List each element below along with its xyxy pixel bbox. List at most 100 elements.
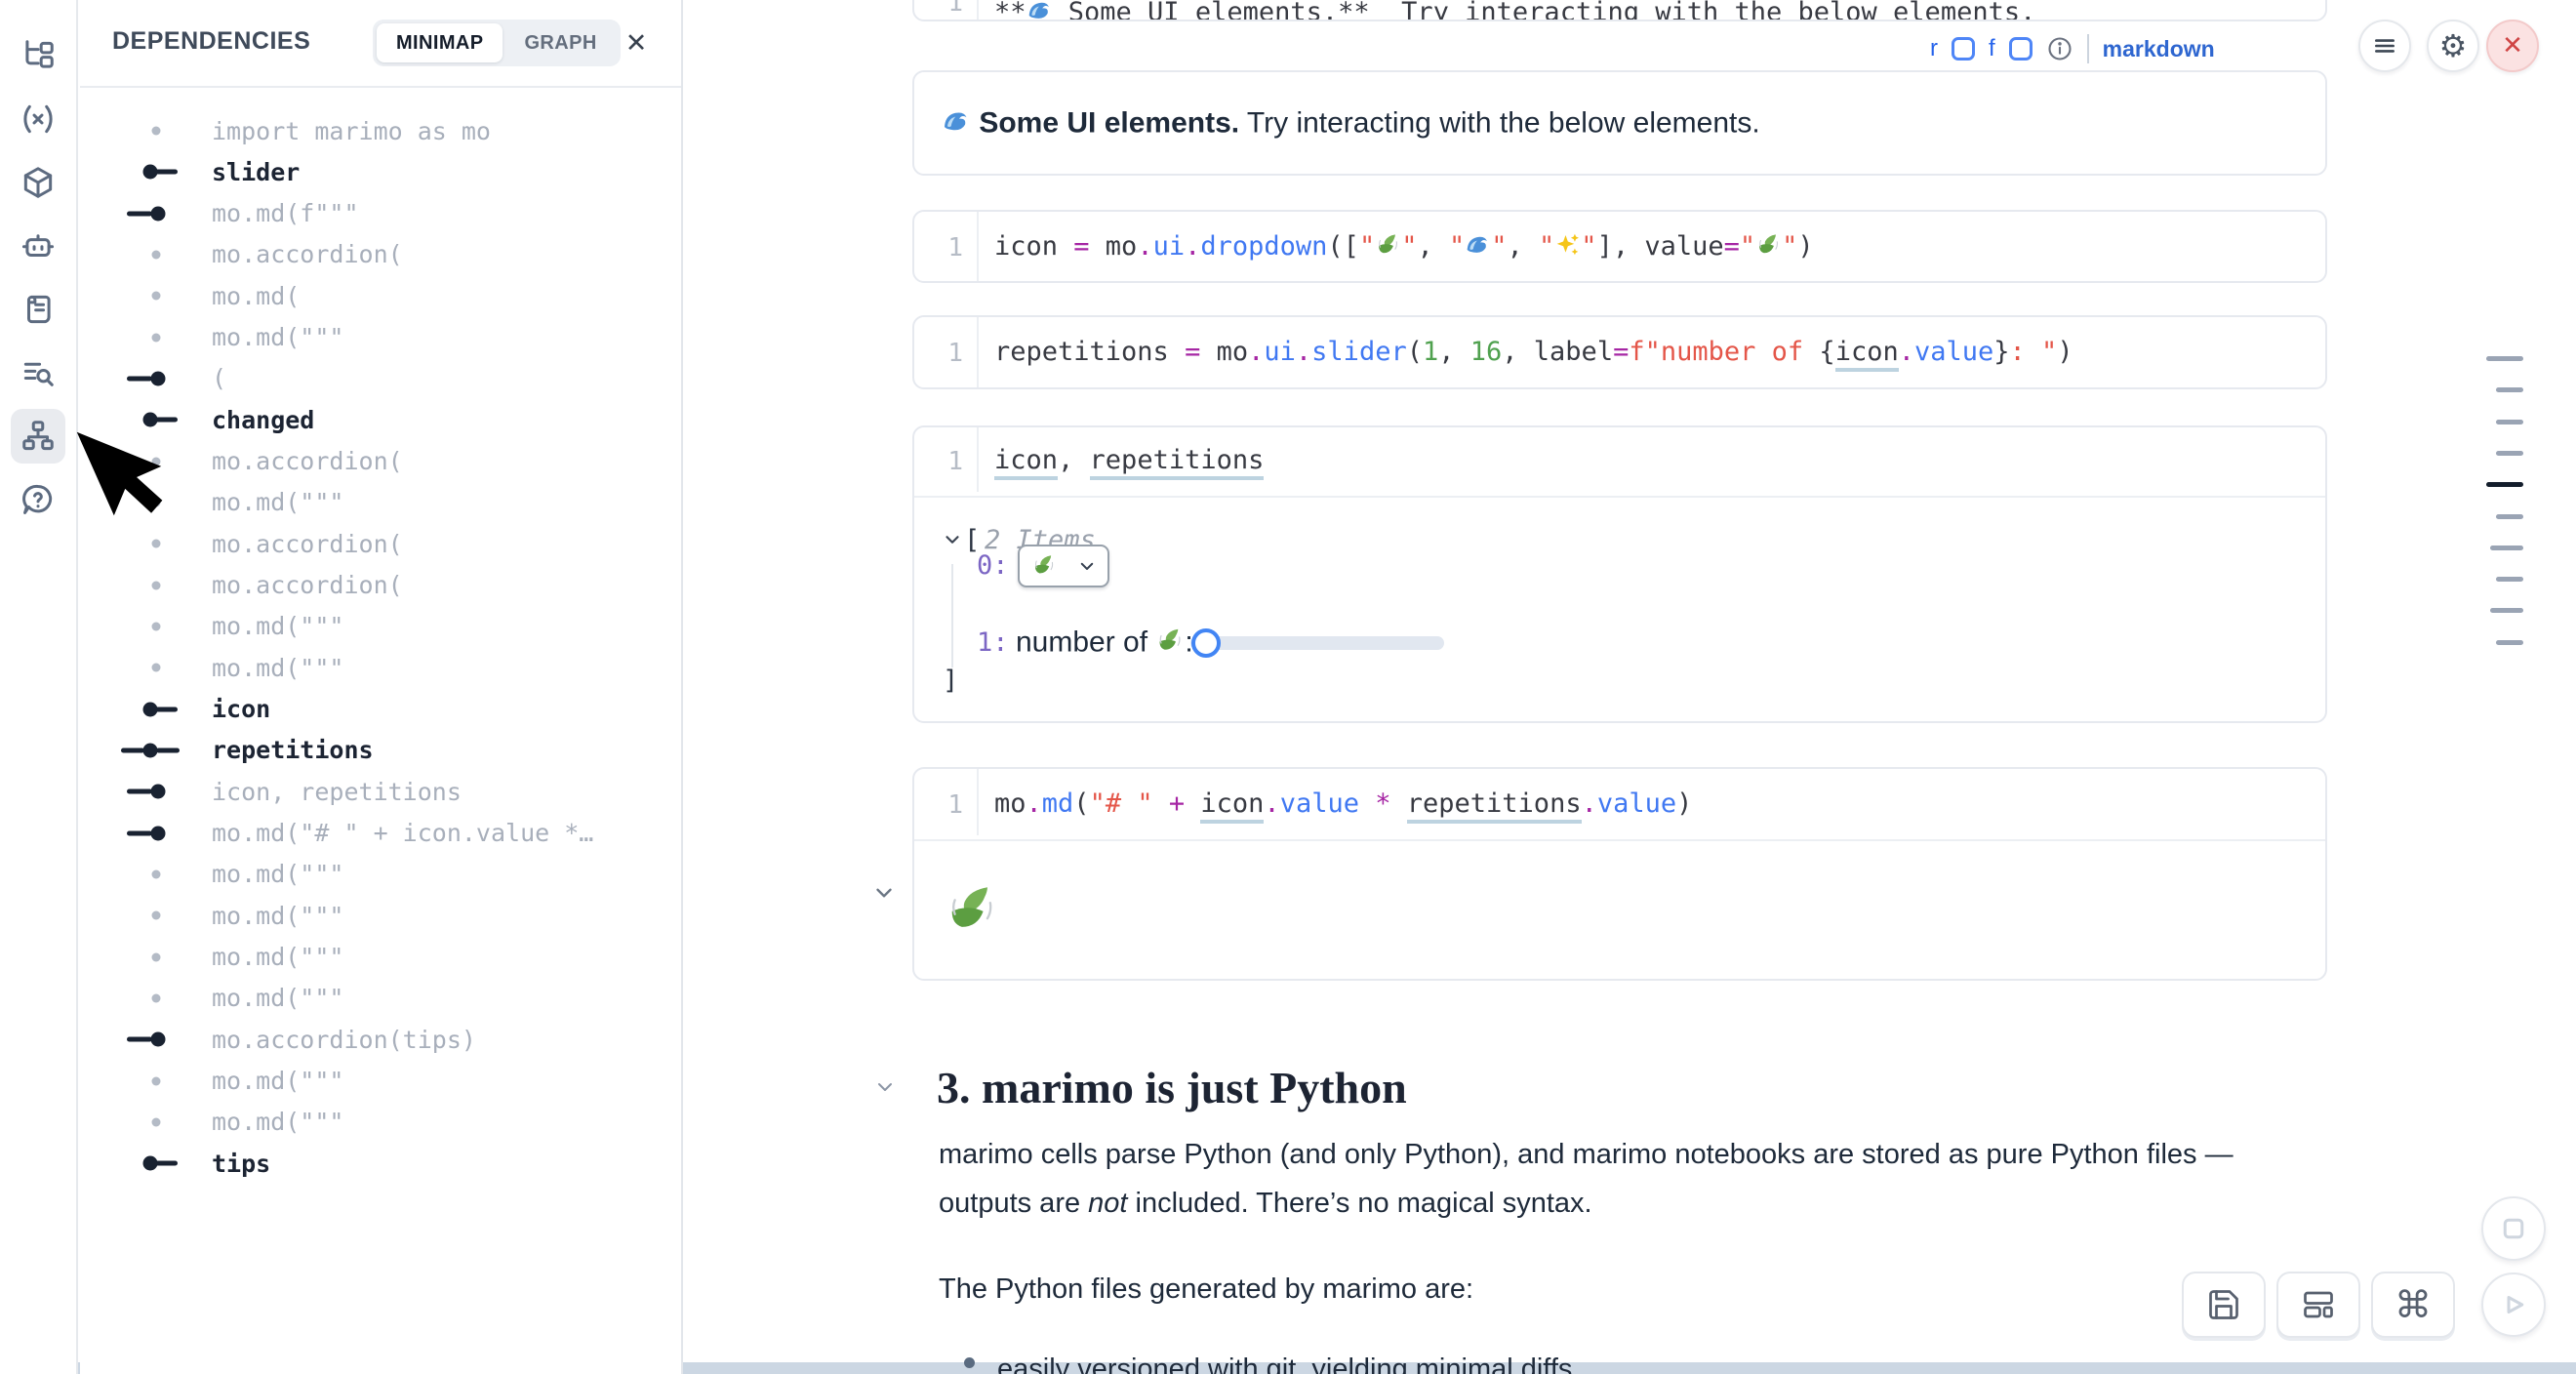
scroll-mark[interactable] (2496, 451, 2523, 456)
minimap-cell-row[interactable]: mo.md(f""" (80, 193, 681, 234)
packages-icon[interactable] (11, 155, 65, 210)
run-button[interactable] (2481, 1273, 2546, 1337)
minimap-cell-row[interactable]: mo.accordion(tips) (80, 1019, 681, 1060)
minimap-cell-row[interactable]: mo.md(""" (80, 606, 681, 647)
minimap-cell-row[interactable]: tips (80, 1143, 681, 1184)
code-cell-tuple[interactable]: 1 icon, repetitions [ 2 Items 0: 1: numb… (912, 425, 2327, 723)
ai-assistant-icon[interactable] (11, 219, 65, 273)
scroll-mark[interactable] (2496, 640, 2523, 645)
scratchpad-search-icon[interactable] (11, 345, 65, 400)
dependency-out-icon (119, 689, 187, 730)
language-mode-label[interactable]: markdown (2103, 36, 2215, 62)
minimap-cell-row[interactable]: mo.md(""" (80, 854, 681, 895)
code-line[interactable]: icon, repetitions (994, 445, 1264, 475)
code-token: } (1993, 337, 2009, 367)
code-line[interactable]: mo.md("# " + icon.value * repetitions.va… (994, 788, 1692, 819)
markdown-source-line[interactable]: ** Some UI elements.** Try interacting w… (994, 0, 2035, 21)
scroll-mark[interactable] (2486, 356, 2523, 361)
minimap-cell-row[interactable]: mo.md("# " + icon.value *… (80, 813, 681, 854)
code-cell-dropdown[interactable]: 1 icon = mo.ui.dropdown([" ", " ", " "],… (912, 210, 2327, 283)
wave-emoji (1465, 231, 1491, 258)
minimap-cell-label: import marimo as mo (212, 117, 491, 145)
minimap-cell-row[interactable]: mo.md(""" (80, 937, 681, 978)
minimap-cell-row[interactable]: mo.accordion( (80, 523, 681, 564)
minimap-cell-label: slider (212, 158, 300, 186)
minimap-cell-row[interactable]: mo.accordion( (80, 441, 681, 482)
minimap-cell-row[interactable]: mo.accordion( (80, 234, 681, 275)
menu-button[interactable] (2358, 20, 2411, 72)
wave-emoji (942, 106, 971, 136)
output-collapse-chevron-icon[interactable] (871, 880, 897, 906)
leaf-emoji (1755, 231, 1782, 258)
minimap-cell-row[interactable]: icon (80, 689, 681, 730)
tree-collapse-chevron-icon[interactable] (942, 529, 963, 550)
keyboard-shortcuts-button[interactable]: ⌘ (2371, 1272, 2455, 1338)
tab-minimap[interactable]: MINIMAP (377, 23, 503, 62)
scroll-mark-current[interactable] (2486, 482, 2523, 487)
shutdown-button[interactable]: ✕ (2486, 20, 2539, 72)
scroll-mark[interactable] (2490, 546, 2523, 550)
scroll-mark[interactable] (2496, 577, 2523, 582)
wave-emoji (1026, 0, 1053, 21)
code-token: . (1185, 231, 1200, 262)
code-token: ( (1073, 788, 1089, 819)
code-token: " " (1740, 231, 1798, 262)
code-token: + (1169, 788, 1185, 819)
interrupt-button[interactable] (2481, 1196, 2546, 1261)
repetitions-slider-track[interactable] (1190, 636, 1444, 650)
help-icon[interactable] (11, 472, 65, 527)
code-token (1185, 788, 1200, 819)
output-bold-text: Some UI elements. (979, 106, 1239, 139)
file-explorer-icon[interactable] (11, 28, 65, 83)
minimap-cell-row[interactable]: mo.md(""" (80, 317, 681, 358)
marimo-app-window: DEPENDENCIES MINIMAP GRAPH ✕ import mari… (0, 0, 2576, 1374)
scroll-mark[interactable] (2496, 387, 2523, 392)
code-token: , label (1502, 337, 1613, 367)
markdown-source-cell-cutoff[interactable]: 1 ** Some UI elements.** Try interacting… (912, 0, 2327, 21)
command-icon: ⌘ (2395, 1283, 2432, 1326)
f-checkbox[interactable] (2009, 37, 2033, 61)
code-token: . (1582, 788, 1597, 819)
code-line[interactable]: icon = mo.ui.dropdown([" ", " ", " "], v… (994, 231, 1814, 262)
scroll-mark[interactable] (2496, 420, 2523, 424)
minimap-cell-row[interactable]: mo.md(""" (80, 482, 681, 523)
scroll-mark[interactable] (2496, 514, 2523, 519)
icon-dropdown-select[interactable] (1018, 545, 1109, 587)
dependency-in-icon (119, 813, 187, 854)
info-icon[interactable] (2046, 35, 2073, 62)
code-cell-slider[interactable]: 1 repetitions = mo.ui.slider(1, 16, labe… (912, 315, 2327, 389)
minimap-cell-row[interactable]: slider (80, 151, 681, 192)
minimap-cell-row[interactable]: import marimo as mo (80, 110, 681, 151)
repetitions-slider-thumb[interactable] (1191, 628, 1221, 658)
cell-dot-icon (119, 275, 187, 316)
layout-button[interactable] (2276, 1272, 2360, 1338)
scroll-mark[interactable] (2490, 608, 2523, 613)
dependencies-panel: DEPENDENCIES MINIMAP GRAPH ✕ import mari… (80, 0, 683, 1374)
minimap-cell-row[interactable]: repetitions (80, 730, 681, 771)
close-panel-icon[interactable]: ✕ (617, 23, 656, 62)
snippets-icon[interactable] (11, 282, 65, 337)
minimap-cell-row[interactable]: mo.md(""" (80, 1061, 681, 1102)
slider-label: number of : (1016, 626, 1193, 659)
leaf-heading-output (944, 878, 1000, 944)
minimap-cell-label: mo.md("# " + icon.value *… (212, 819, 593, 847)
minimap-cell-row[interactable]: mo.md( (80, 275, 681, 316)
minimap-cell-row[interactable]: changed (80, 399, 681, 440)
save-button[interactable] (2182, 1272, 2266, 1338)
chevron-down-icon (1078, 557, 1096, 575)
dependencies-icon[interactable] (11, 409, 65, 464)
minimap-cell-row[interactable]: icon, repetitions (80, 771, 681, 812)
code-cell-md-leaf[interactable]: 1 mo.md("# " + icon.value * repetitions.… (912, 767, 2327, 981)
r-checkbox[interactable] (1952, 37, 1975, 61)
variables-icon[interactable] (11, 92, 65, 146)
code-line[interactable]: repetitions = mo.ui.slider(1, 16, label=… (994, 337, 2073, 367)
section-collapse-chevron-icon[interactable] (873, 1075, 897, 1099)
minimap-cell-row[interactable]: mo.accordion( (80, 565, 681, 606)
minimap-cell-row[interactable]: mo.md(""" (80, 647, 681, 688)
minimap-cell-row[interactable]: mo.md(""" (80, 895, 681, 936)
minimap-cell-row[interactable]: ( (80, 358, 681, 399)
minimap-cell-row[interactable]: mo.md(""" (80, 978, 681, 1019)
tab-graph[interactable]: GRAPH (504, 23, 616, 62)
minimap-cell-row[interactable]: mo.md(""" (80, 1102, 681, 1143)
settings-gear-button[interactable]: ⚙ (2427, 20, 2479, 72)
